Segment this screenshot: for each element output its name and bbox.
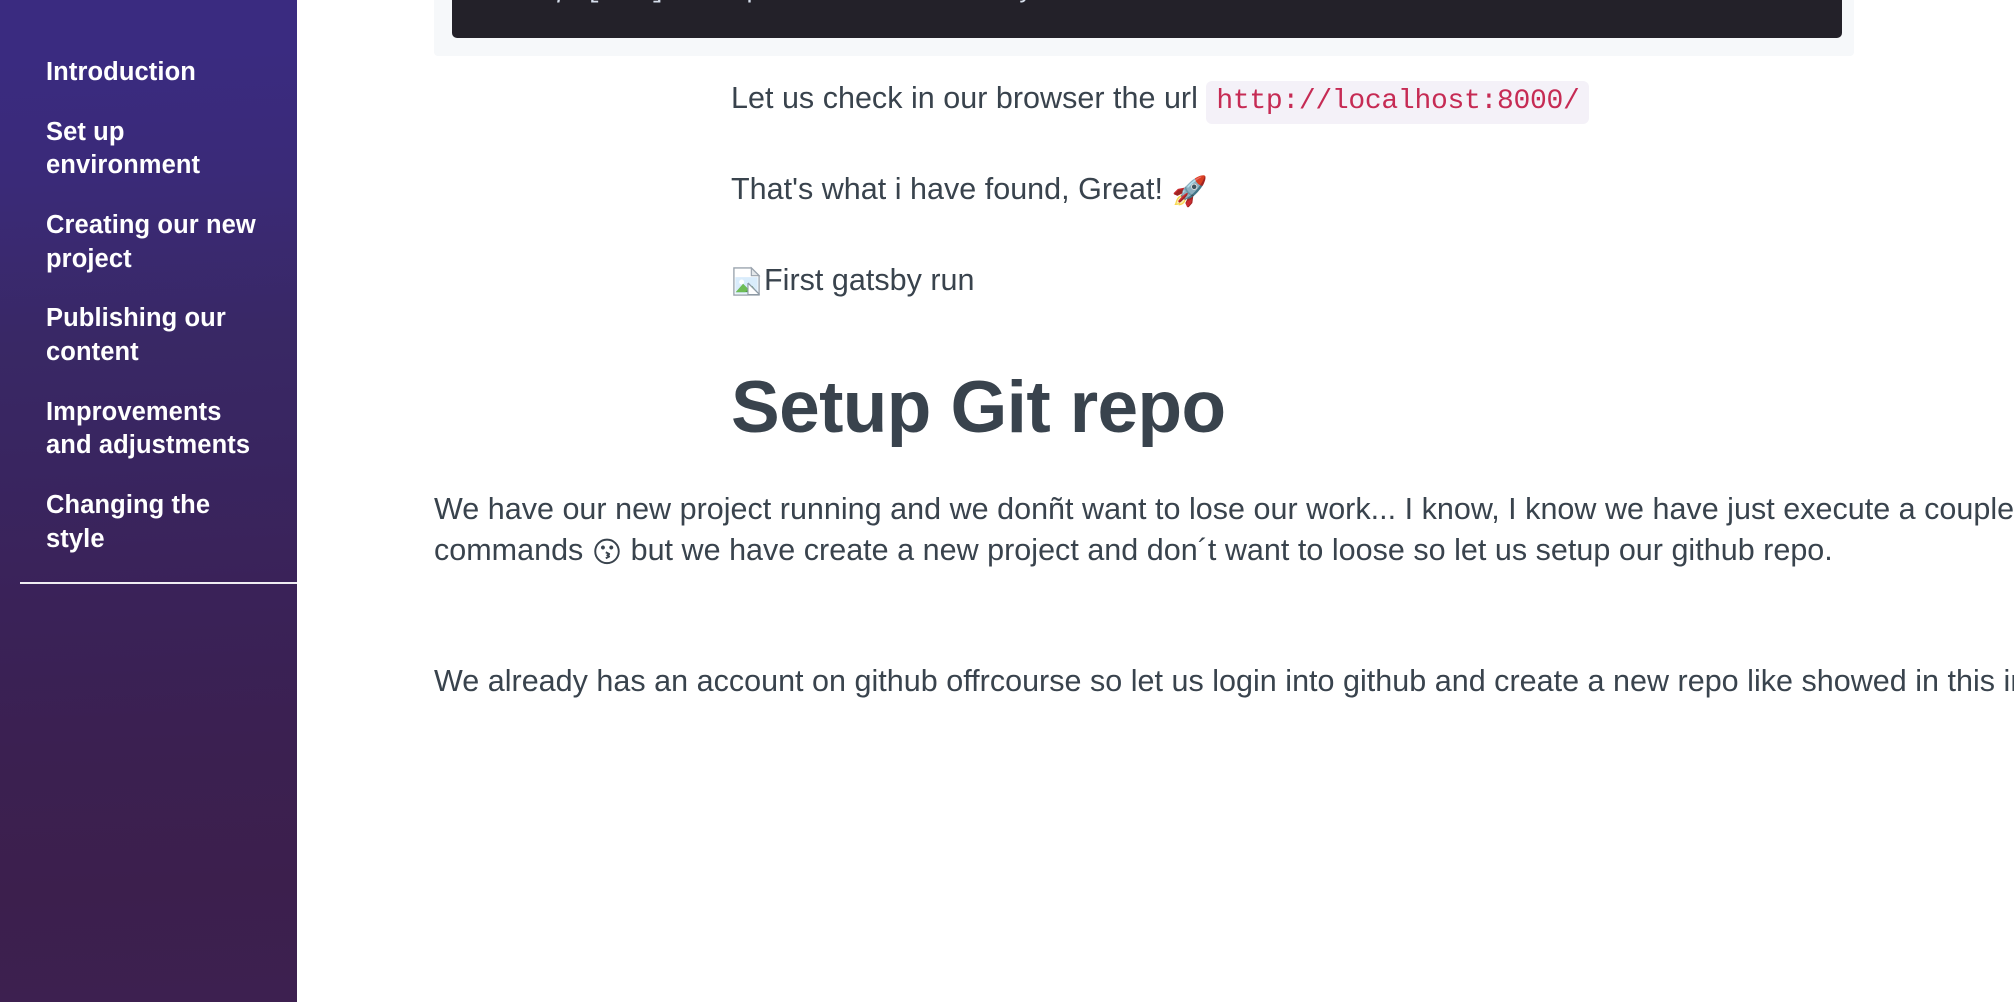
broken-image-alt-text: First gatsby run: [764, 263, 975, 297]
sidebar-item-publishing-our-content[interactable]: Publishing our content: [0, 302, 297, 369]
code-block-wrapper: info ƒ [wdm]: Compiled successfully.: [434, 0, 1854, 56]
sidebar-item-changing-the-style[interactable]: Changing the style: [0, 489, 297, 556]
sidebar-item-set-up-environment[interactable]: Set up environment: [0, 116, 297, 183]
url-paragraph-lead: Let us check in our browser the url: [731, 81, 1207, 115]
whistling-face-emoji-icon: 😗: [591, 537, 623, 570]
sidebar-link-publishing-our-content[interactable]: Publishing our content: [46, 302, 261, 369]
sidebar-link-set-up-environment[interactable]: Set up environment: [46, 116, 261, 183]
url-paragraph: Let us check in our browser the url http…: [731, 78, 2014, 124]
body-paragraph-1: We have our new project running and we d…: [434, 489, 2014, 571]
sidebar-link-improvements-and-adjustments[interactable]: Improvements and adjustments: [46, 396, 261, 463]
found-paragraph: That's what i have found, Great! 🚀: [731, 169, 2014, 210]
rocket-emoji-icon: 🚀: [1171, 176, 1208, 208]
sidebar-item-introduction[interactable]: Introduction: [0, 56, 297, 90]
broken-image-row: First gatsby run: [731, 262, 975, 299]
broken-image-icon: [731, 266, 762, 297]
sidebar-divider: [20, 582, 297, 585]
body-paragraph-1-part-2: but we have create a new project and don…: [622, 533, 1833, 568]
inline-code-localhost-url[interactable]: http://localhost:8000/: [1206, 81, 1590, 124]
sidebar-item-list: Introduction Set up environment Creating…: [0, 0, 297, 556]
sidebar-navigation: Introduction Set up environment Creating…: [0, 0, 297, 1002]
sidebar-item-creating-our-new-project[interactable]: Creating our new project: [0, 209, 297, 276]
main-content-area: info ƒ [wdm]: Compiled successfully. Let…: [297, 0, 2014, 1002]
sidebar-link-introduction[interactable]: Introduction: [46, 56, 261, 90]
found-paragraph-text: That's what i have found, Great!: [731, 172, 1172, 206]
page-heading-setup-git-repo: Setup Git repo: [731, 367, 1226, 448]
terminal-code-block[interactable]: info ƒ [wdm]: Compiled successfully.: [452, 0, 1842, 38]
sidebar-link-changing-the-style[interactable]: Changing the style: [46, 489, 261, 556]
sidebar-link-creating-our-new-project[interactable]: Creating our new project: [46, 209, 261, 276]
body-paragraph-2: We already has an account on github offr…: [434, 664, 2014, 698]
sidebar-item-improvements-and-adjustments[interactable]: Improvements and adjustments: [0, 396, 297, 463]
doc-page-root: Introduction Set up environment Creating…: [0, 0, 2014, 1002]
